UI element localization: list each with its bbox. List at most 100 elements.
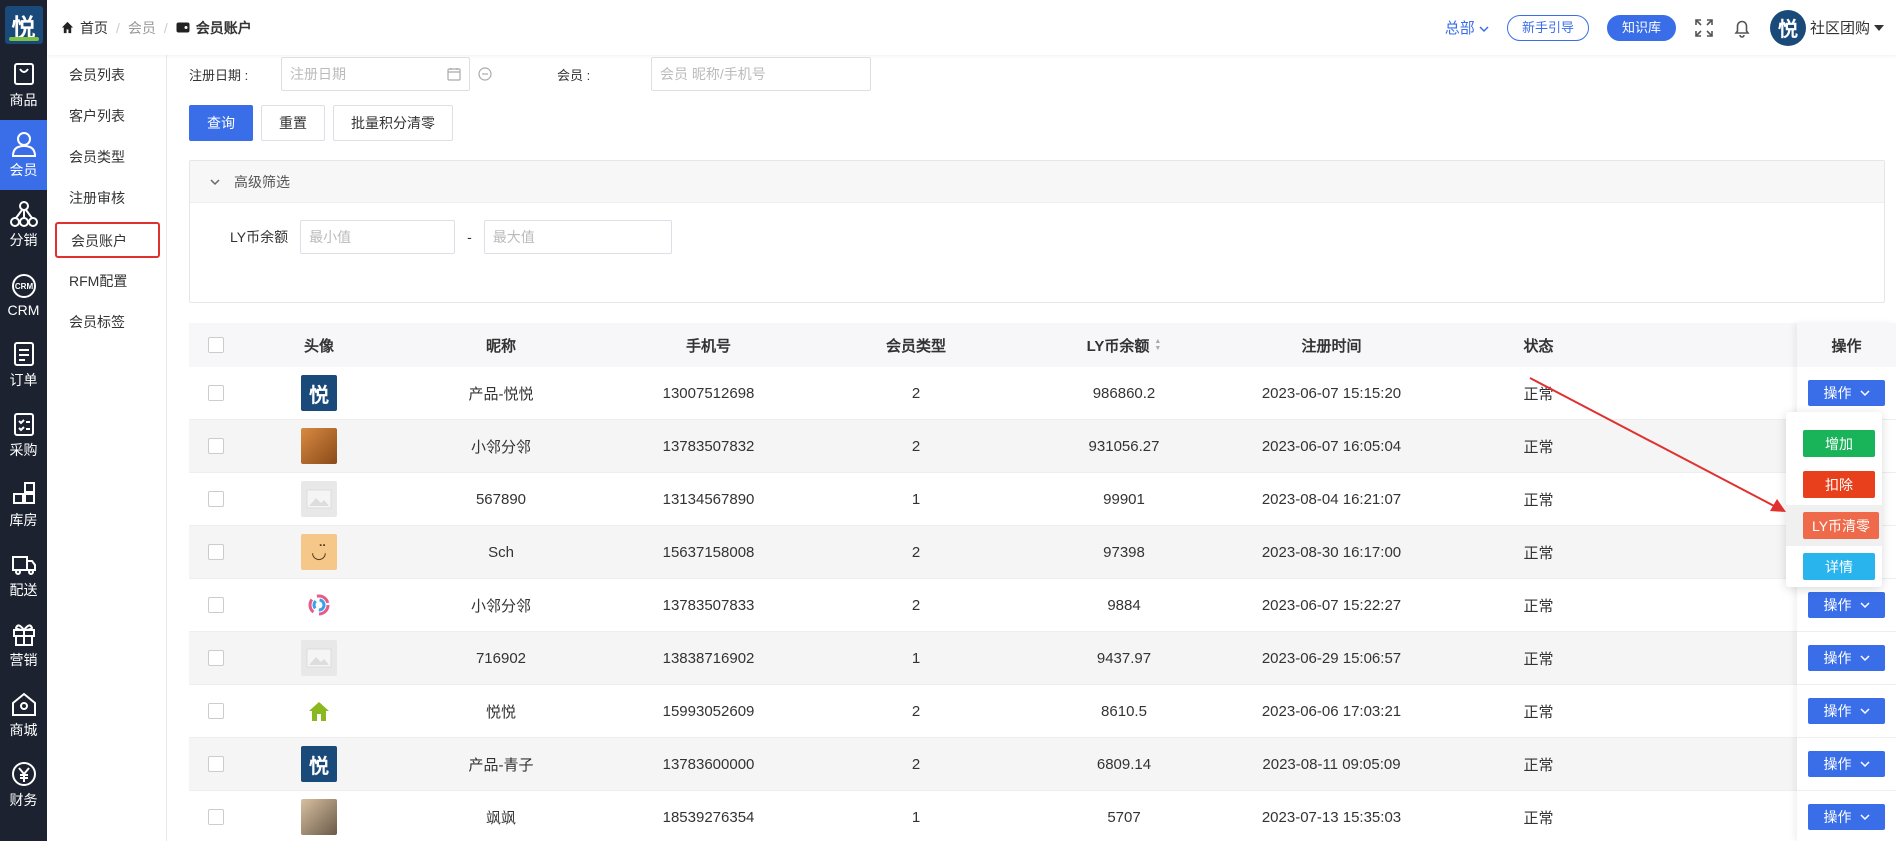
ly-clear-button[interactable]: LY币清零: [1803, 512, 1879, 539]
rail-item-crm[interactable]: CRM CRM: [0, 260, 47, 330]
cell-member-type: 2: [911, 702, 921, 720]
submenu-rfm-config[interactable]: RFM配置: [47, 261, 166, 302]
batch-clear-points-button[interactable]: 批量积分清零: [333, 105, 453, 141]
cell-nickname: Sch: [488, 543, 514, 561]
operation-button[interactable]: 操作: [1808, 751, 1885, 777]
rail-label: 商城: [9, 722, 38, 738]
ly-min-placeholder: 最小值: [309, 229, 352, 245]
breadcrumb-home[interactable]: 首页: [61, 18, 108, 38]
row-checkbox[interactable]: [208, 597, 224, 613]
filter-buttons: 查询 重置 批量积分清零: [189, 105, 1885, 141]
row-checkbox[interactable]: [208, 703, 224, 719]
top-header: 首页 / 会员 / 会员账户 总部 新手引导 知识库 悦 社区团购: [47, 0, 1896, 55]
bag-icon: [13, 63, 34, 85]
beginner-guide-button[interactable]: 新手引导: [1506, 14, 1589, 41]
operation-label: 操作: [1823, 385, 1852, 401]
rail-item-member[interactable]: 会员: [0, 120, 47, 190]
row-checkbox[interactable]: [208, 385, 224, 401]
rail-item-goods[interactable]: 商品: [0, 50, 47, 120]
operation-dropdown: 增加 扣除 LY币清零 详情: [1786, 412, 1882, 587]
ly-max-placeholder: 最大值: [492, 229, 535, 245]
fullscreen-icon[interactable]: [1694, 18, 1714, 38]
table-row: 悦 产品-悦悦 13007512698 2 986860.2 2023-06-07 15:…: [189, 367, 1885, 420]
cell-status: 正常: [1523, 438, 1554, 456]
rail-item-marketing[interactable]: 营销: [0, 610, 47, 680]
breadcrumb-current-label: 会员账户: [195, 19, 252, 36]
reg-date-input[interactable]: 注册日期: [281, 57, 470, 91]
rail-item-warehouse[interactable]: 库房: [0, 470, 47, 540]
header-ly-balance[interactable]: LY币余额 ▲ ▼: [1020, 335, 1228, 356]
submenu-member-list[interactable]: 会员列表: [47, 55, 166, 96]
app-logo[interactable]: 悦: [0, 0, 47, 50]
rail-item-orders[interactable]: 订单: [0, 330, 47, 400]
ly-min-input[interactable]: 最小值: [300, 220, 456, 254]
row-checkbox[interactable]: [208, 491, 224, 507]
row-checkbox[interactable]: [208, 438, 224, 454]
sort-icon[interactable]: ▲ ▼: [1154, 338, 1161, 352]
add-button[interactable]: 增加: [1803, 430, 1875, 457]
table-row: 飒飒 18539276354 1 5707 2023-07-13 15:35:03 正常: [189, 791, 1885, 841]
query-button[interactable]: 查询: [189, 105, 253, 141]
cell-nickname: 小邻分邻: [470, 597, 531, 615]
cell-phone: 15637158008: [662, 543, 755, 561]
submenu-customer-list[interactable]: 客户列表: [47, 96, 166, 137]
deduct-button[interactable]: 扣除: [1803, 471, 1875, 498]
user-menu[interactable]: 悦 社区团购: [1769, 9, 1884, 46]
reg-date-placeholder: 注册日期: [290, 66, 346, 82]
row-checkbox[interactable]: [208, 650, 224, 666]
submenu-register-review[interactable]: 注册审核: [47, 178, 166, 219]
operation-button[interactable]: 操作: [1808, 380, 1885, 406]
cell-register-time: 2023-06-07 15:22:27: [1261, 596, 1402, 614]
cell-member-type: 1: [911, 808, 921, 826]
operation-button[interactable]: 操作: [1808, 645, 1885, 671]
cell-ly-balance: 9884: [1107, 596, 1141, 614]
cell-status: 正常: [1523, 703, 1554, 721]
submenu-member-type[interactable]: 会员类型: [47, 137, 166, 178]
rail-item-purchase[interactable]: 采购: [0, 400, 47, 470]
clear-circle-icon[interactable]: [478, 67, 492, 81]
cell-status: 正常: [1523, 385, 1554, 403]
select-all-checkbox[interactable]: [208, 337, 224, 353]
row-select: [189, 703, 241, 719]
header-ly-balance-label: LY币余额: [1086, 337, 1150, 355]
yen-icon: [11, 762, 36, 786]
gift-icon: [12, 624, 35, 646]
rail-item-finance[interactable]: 财务: [0, 750, 47, 820]
row-checkbox[interactable]: [208, 809, 224, 825]
rail-item-distribution[interactable]: 分销: [0, 190, 47, 260]
rail-item-mall[interactable]: 商城: [0, 680, 47, 750]
rail-item-delivery[interactable]: 配送: [0, 540, 47, 610]
cell-nickname: 飒飒: [485, 809, 516, 827]
cell-register-time: 2023-08-04 16:21:07: [1261, 490, 1402, 508]
house-icon: [11, 692, 36, 716]
breadcrumb-parent[interactable]: 会员: [128, 18, 156, 38]
bell-icon[interactable]: [1732, 18, 1752, 38]
document-icon: [13, 342, 34, 366]
member-search-input[interactable]: 会员 昵称/手机号: [651, 57, 871, 91]
knowledge-base-button[interactable]: 知识库: [1606, 14, 1676, 41]
cell-avatar: [241, 693, 397, 729]
cell-member-type: 1: [911, 490, 921, 508]
submenu-member-tags[interactable]: 会员标签: [47, 302, 166, 343]
row-checkbox[interactable]: [208, 756, 224, 772]
submenu-member-account[interactable]: 会员账户: [55, 222, 160, 258]
operation-button[interactable]: 操作: [1808, 698, 1885, 724]
operation-cell: 操作: [1797, 738, 1896, 791]
rail-label: 配送: [9, 582, 38, 598]
operation-button[interactable]: 操作: [1808, 592, 1885, 618]
chevron-down-icon: [1859, 707, 1870, 714]
user-icon: [11, 132, 36, 157]
filter-area: 注册日期 : 注册日期 会员 : 会员 昵称/手机号 查询 重置 批量积分清零 …: [189, 55, 1885, 303]
detail-button[interactable]: 详情: [1803, 553, 1875, 580]
ly-max-input[interactable]: 最大值: [483, 220, 672, 254]
row-select: [189, 544, 241, 560]
reset-button[interactable]: 重置: [261, 105, 325, 141]
row-checkbox[interactable]: [208, 544, 224, 560]
advanced-filter-header[interactable]: 高级筛选: [190, 161, 1884, 203]
region-select[interactable]: 总部: [1445, 17, 1489, 38]
breadcrumb-current: 会员账户: [176, 18, 252, 38]
chevron-down-icon: [1859, 601, 1870, 608]
operation-button[interactable]: 操作: [1808, 804, 1885, 830]
avatar: 悦: [301, 375, 337, 411]
cell-avatar: [241, 428, 397, 464]
